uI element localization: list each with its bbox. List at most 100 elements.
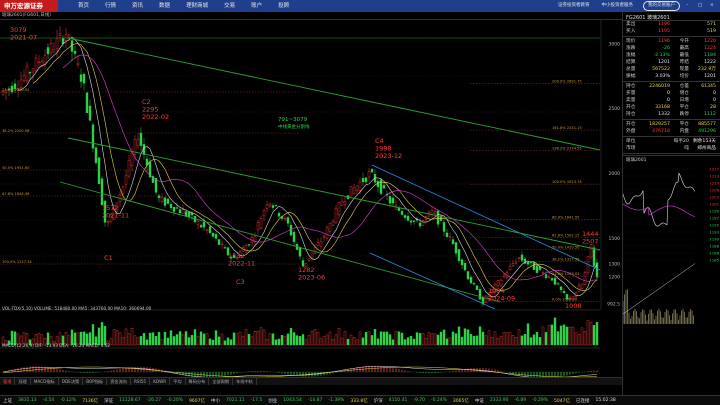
investor-service-link[interactable]: 中小投资者服务 xyxy=(596,0,640,12)
candle xyxy=(442,222,446,232)
candle xyxy=(445,232,449,238)
chart-area[interactable]: 3000 2500 2000 1500 1300 1200 992.5 200.0% 2691… xyxy=(0,20,622,388)
status-item: -0.12% xyxy=(60,398,77,403)
indicator-tab-1[interactable]: 冠理 xyxy=(15,378,31,385)
minimize-icon[interactable]: – xyxy=(680,0,692,12)
indicator-tab-6[interactable]: RSI55 xyxy=(131,378,151,385)
candle xyxy=(502,274,506,278)
volume-bar xyxy=(448,337,452,346)
indicator-tab-10[interactable]: 全部周期 xyxy=(209,378,234,385)
menu-item-4[interactable]: 理财商城 xyxy=(178,0,216,12)
candle xyxy=(190,212,194,216)
candle xyxy=(475,285,479,290)
quote-row: 市场 郑州商品 xyxy=(623,145,720,152)
volume-bar xyxy=(472,335,476,346)
indicator-tab-3[interactable]: DDE决策 xyxy=(59,378,84,385)
menu-item-2[interactable]: 资讯 xyxy=(124,0,151,12)
mini-axis-tick: 1193 xyxy=(709,230,719,235)
volume-bar xyxy=(169,330,173,346)
candle xyxy=(223,247,227,249)
status-item: 11128.67 xyxy=(119,398,141,403)
ma20-line xyxy=(62,54,598,282)
investor-education-link[interactable]: 证券投资者教育 xyxy=(552,0,596,12)
quote-value xyxy=(644,138,670,145)
trade-account-button[interactable]: 我的交易账户 xyxy=(643,1,680,11)
status-item: 3835.13 xyxy=(18,398,37,403)
quote-value: 476718 xyxy=(652,129,670,134)
quote-label: 持仓 xyxy=(626,112,636,117)
quote-row: 开仓 33168 平仓 28 xyxy=(623,104,720,111)
volume-bar xyxy=(298,336,302,346)
close-icon[interactable]: × xyxy=(704,0,716,12)
intraday-mini-chart[interactable]: 1217 1213 1210 1206 1203 1201 1199 1197 1195 1193… xyxy=(623,164,720,329)
candle xyxy=(526,261,530,265)
candle xyxy=(370,169,374,173)
wave-annotation: 2021-07 xyxy=(10,34,37,42)
quote-label: 开仓 xyxy=(626,122,636,127)
indicator-tab-4[interactable]: BOP指标 xyxy=(83,378,108,385)
menu-item-5[interactable]: 交易 xyxy=(216,0,243,12)
volume-bar xyxy=(262,329,266,346)
status-item: -0.29% xyxy=(532,398,549,403)
volume-bar xyxy=(460,336,464,346)
quote-row: 持仓 2246019 仓差 61345 xyxy=(623,83,720,90)
mini-axis-tick: 1188 xyxy=(709,244,719,249)
maximize-icon[interactable]: □ xyxy=(692,0,704,12)
quote-value: 3.03% xyxy=(655,74,670,79)
quote-value-2: 剩余153天 xyxy=(692,139,716,144)
quote-value-2: 28 xyxy=(710,105,716,110)
volume-bar xyxy=(583,331,587,346)
quote-row: 外盘 476718 内盘 491296 xyxy=(623,128,720,135)
volume-bar xyxy=(496,338,500,346)
volume-bar xyxy=(235,333,239,346)
quote-label: 市场 xyxy=(626,146,636,151)
quote-value-2: 0 xyxy=(713,98,716,103)
volume-bar xyxy=(544,332,548,346)
indicator-tab-8[interactable]: 平均 xyxy=(170,378,186,385)
volume-bar xyxy=(244,329,248,346)
quote-label: 开仓 xyxy=(626,105,636,110)
indicator-tab-0[interactable]: 管理 xyxy=(0,378,16,385)
volume-bar xyxy=(130,328,134,346)
menu-item-7[interactable]: 投顾 xyxy=(270,0,297,12)
menu-item-1[interactable]: 行情 xyxy=(97,0,124,12)
volume-bar xyxy=(301,334,305,346)
quote-label-2: 现量 xyxy=(679,67,689,72)
candle xyxy=(328,222,332,232)
candle xyxy=(499,279,503,287)
volume-bar xyxy=(145,339,149,346)
candlestick-chart[interactable]: 3000 2500 2000 1500 1300 1200 992.5 200.0% 2691… xyxy=(0,20,622,377)
candle xyxy=(448,236,452,238)
volume-bar xyxy=(241,336,245,346)
menu-item-0[interactable]: 首页 xyxy=(70,0,97,12)
indicator-tab-5[interactable]: 资金流向 xyxy=(107,378,131,385)
volume-bar xyxy=(466,329,470,346)
status-item: 中小 xyxy=(211,398,221,404)
candle xyxy=(589,244,593,258)
volume-bar xyxy=(454,333,458,346)
status-item: 中证 xyxy=(474,398,484,404)
quote-label-2: 平仓 xyxy=(679,122,689,127)
indicator-tab-11[interactable]: 年线中轨 xyxy=(233,378,257,385)
indicator-tab-9[interactable]: 筹码分布 xyxy=(186,378,210,385)
macd-label: MACD(12,26,9) DIF: -13.93 DEA: -16.24 MA… xyxy=(2,343,111,348)
volume-bar xyxy=(451,331,455,346)
quote-value-2: 519 xyxy=(707,29,716,34)
volume-bar xyxy=(469,333,473,346)
menu-item-3[interactable]: 数据 xyxy=(151,0,178,12)
quote-row: 开仓 1829257 平仓 885577 xyxy=(623,121,720,128)
status-item: -9.70 xyxy=(413,398,425,403)
indicator-tab-2[interactable]: MACD指标 xyxy=(31,378,59,385)
candle xyxy=(514,261,518,264)
fib-level-label: 61.8% 1502.15 xyxy=(552,233,579,237)
volume-bar xyxy=(226,337,230,346)
indicator-tab-7[interactable]: KDWR xyxy=(150,378,171,385)
menu-item-6[interactable]: 账户 xyxy=(243,0,270,12)
volume-bar xyxy=(394,331,398,346)
volume-bar xyxy=(499,336,503,346)
status-item: 创业 xyxy=(268,398,278,404)
volume-bar xyxy=(487,330,491,346)
status-item: 上证 xyxy=(3,398,12,404)
candle xyxy=(433,211,437,214)
volume-bar xyxy=(211,339,215,346)
